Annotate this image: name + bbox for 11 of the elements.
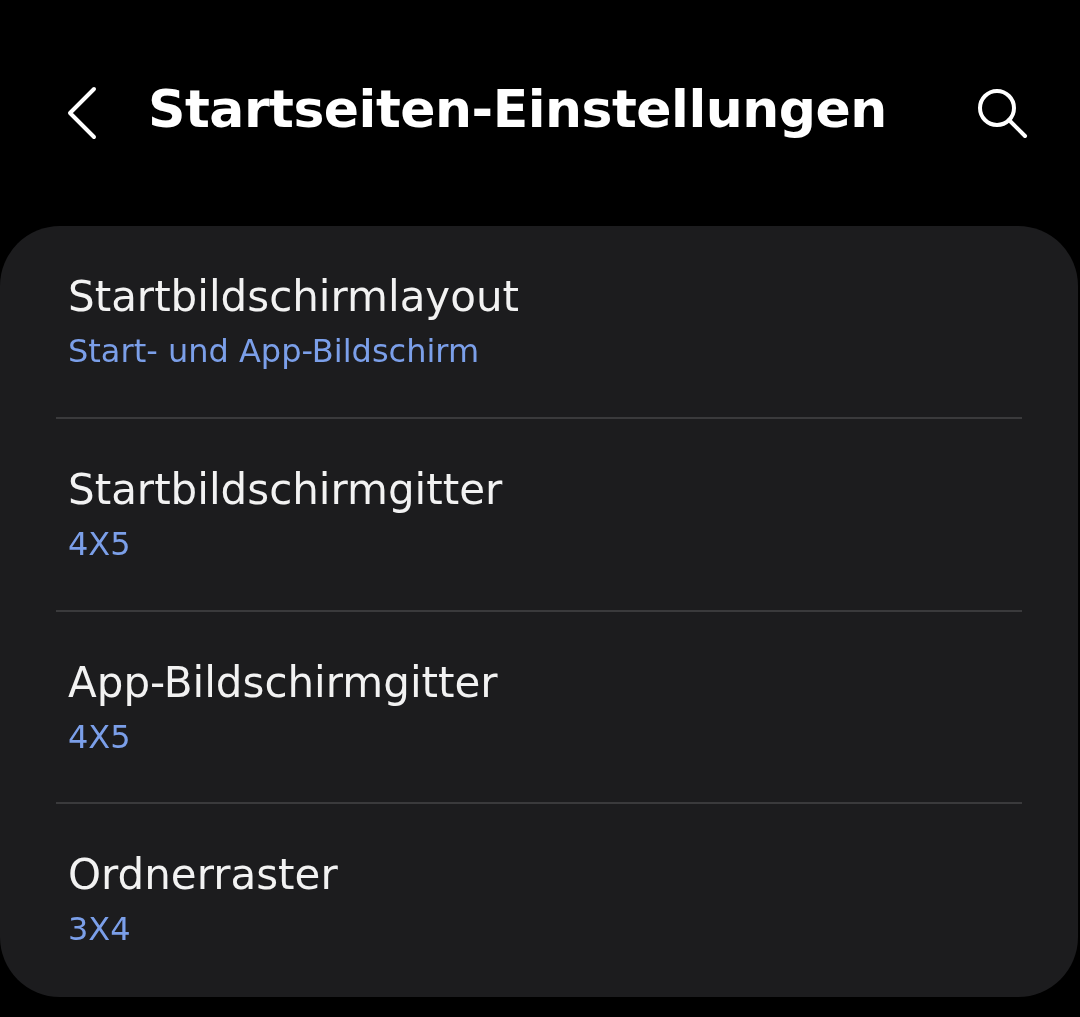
setting-value: 4X5 — [68, 716, 131, 758]
setting-value: 3X4 — [68, 909, 131, 951]
search-button[interactable] — [976, 87, 1028, 139]
setting-title[interactable]: Ordnerraster — [68, 848, 338, 903]
setting-value: Start- und App-Bildschirm — [68, 331, 480, 372]
page-title: Startseiten-Einstellungen — [148, 79, 888, 141]
search-icon — [976, 87, 1028, 139]
setting-value: 4X5 — [68, 523, 131, 565]
setting-title[interactable]: Startbildschirmlayout — [68, 270, 519, 324]
setting-title[interactable]: App-Bildschirmgitter — [68, 655, 498, 710]
setting-title[interactable]: Startbildschirmgitter — [68, 462, 503, 517]
